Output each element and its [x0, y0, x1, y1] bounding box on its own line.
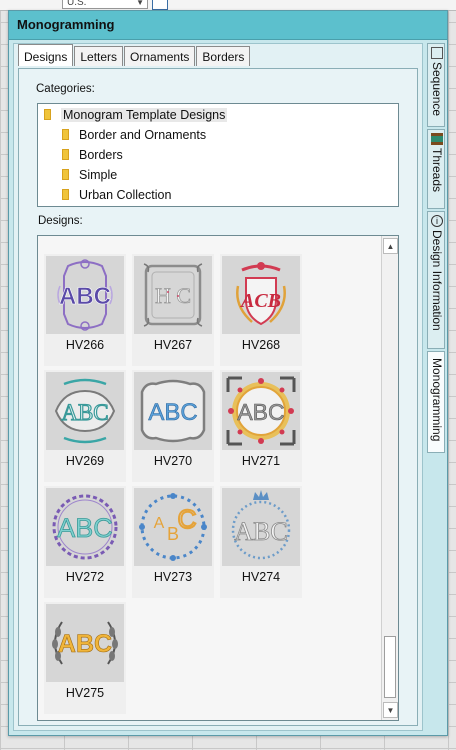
category-borders[interactable]: Borders — [62, 146, 123, 164]
design-name: HV266 — [65, 338, 105, 352]
folder-icon — [44, 109, 51, 120]
monogram-frame-blue-icon: ABC — [134, 372, 212, 450]
panel-content: Designs Letters Ornaments Borders Catego… — [13, 43, 423, 731]
design-name: HV267 — [153, 338, 193, 352]
design-name: HV271 — [241, 454, 281, 468]
design-item-hv275[interactable]: ABC HV275 — [44, 602, 126, 714]
sequence-icon — [431, 47, 443, 59]
design-item-hv269[interactable]: ABC HV269 — [44, 370, 126, 482]
tab-ornaments[interactable]: Ornaments — [124, 46, 196, 66]
sidetab-monogramming[interactable]: Monogramming — [427, 351, 445, 453]
tab-bar: Designs Letters Ornaments Borders — [18, 44, 251, 68]
category-simple[interactable]: Simple — [62, 166, 117, 184]
svg-text:C: C — [178, 504, 197, 534]
folder-icon — [62, 149, 69, 160]
toolbar-button[interactable] — [152, 0, 168, 10]
scrollbar-thumb[interactable] — [384, 636, 396, 698]
design-name: HV270 — [153, 454, 193, 468]
folder-icon — [62, 169, 69, 180]
folder-icon — [62, 189, 69, 200]
svg-text:ABC: ABC — [58, 630, 112, 658]
svg-text:ACB: ACB — [239, 290, 281, 312]
svg-text:ABC: ABC — [234, 517, 287, 546]
svg-text:ABC: ABC — [59, 283, 111, 310]
designs-gallery: ABC HV266 H C HV267 ACB HV268 ABC HV269 … — [37, 235, 399, 721]
design-item-hv268[interactable]: ACB HV268 — [220, 254, 302, 366]
category-urban-collection[interactable]: Urban Collection — [62, 186, 171, 204]
design-item-hv270[interactable]: ABC HV270 — [132, 370, 214, 482]
unit-dropdown[interactable]: U.S. ▼ — [62, 0, 148, 9]
chevron-down-icon: ▼ — [136, 0, 144, 7]
designs-tab-page: Categories: Monogram Template Designs Bo… — [18, 68, 418, 726]
monogram-wreath-blue-orange-icon: A B C — [134, 488, 212, 566]
designs-grid: ABC HV266 H C HV267 ACB HV268 ABC HV269 … — [38, 236, 382, 720]
monogram-laurel-orange-icon: ABC — [46, 604, 124, 682]
sidetab-design-information[interactable]: i Design Information — [427, 211, 445, 349]
info-icon: i — [431, 215, 443, 227]
design-item-hv274[interactable]: ABC HV274 — [220, 486, 302, 598]
designs-scrollbar[interactable]: ▲ ▼ — [381, 236, 398, 720]
category-border-and-ornaments[interactable]: Border and Ornaments — [62, 126, 206, 144]
svg-text:ABC: ABC — [61, 400, 108, 425]
svg-text:ABC: ABC — [57, 513, 113, 543]
scroll-up-icon[interactable]: ▲ — [383, 238, 398, 254]
svg-text:ABC: ABC — [148, 399, 197, 426]
thread-spool-icon — [431, 133, 443, 145]
design-name: HV268 — [241, 338, 281, 352]
design-item-hv273[interactable]: A B C HV273 — [132, 486, 214, 598]
category-monogram-template-designs[interactable]: Monogram Template Designs — [44, 106, 228, 124]
monogram-scallop-orange-icon: ABC — [222, 372, 300, 450]
design-item-hv271[interactable]: ABC HV271 — [220, 370, 302, 482]
design-name: HV275 — [65, 686, 105, 700]
categories-tree: Monogram Template Designs Border and Orn… — [37, 103, 399, 207]
design-name: HV272 — [65, 570, 105, 584]
design-name: HV274 — [241, 570, 281, 584]
sidetab-sequence[interactable]: Sequence — [427, 43, 445, 127]
monogram-frame-grey-icon: H C — [134, 256, 212, 334]
svg-text:ABC: ABC — [237, 399, 284, 425]
design-item-hv266[interactable]: ABC HV266 — [44, 254, 126, 366]
svg-text:A: A — [154, 515, 165, 532]
monogram-ornate-teal-icon: ABC — [46, 372, 124, 450]
tab-letters[interactable]: Letters — [74, 46, 124, 66]
sidetab-threads[interactable]: Threads — [427, 129, 445, 209]
monogramming-panel: Monogramming Designs Letters Ornaments B… — [8, 10, 448, 736]
designs-label: Designs: — [38, 215, 83, 227]
svg-text:H C: H C — [155, 283, 191, 308]
monogram-wreath-purple-icon: ABC — [46, 488, 124, 566]
monogram-wreath-crown-icon: ABC — [222, 488, 300, 566]
tab-designs[interactable]: Designs — [18, 44, 74, 66]
design-item-hv272[interactable]: ABC HV272 — [44, 486, 126, 598]
monogram-crest-red-icon: ACB — [222, 256, 300, 334]
design-name: HV273 — [153, 570, 193, 584]
design-item-hv267[interactable]: H C HV267 — [132, 254, 214, 366]
tab-borders[interactable]: Borders — [196, 46, 251, 66]
unit-dropdown-value: U.S. — [67, 0, 87, 8]
scroll-down-icon[interactable]: ▼ — [383, 702, 398, 718]
folder-icon — [62, 129, 69, 140]
categories-label: Categories: — [36, 83, 95, 95]
panel-title: Monogramming — [9, 11, 447, 40]
design-name: HV269 — [65, 454, 105, 468]
monogram-abc-purple-scroll-icon: ABC — [46, 256, 124, 334]
